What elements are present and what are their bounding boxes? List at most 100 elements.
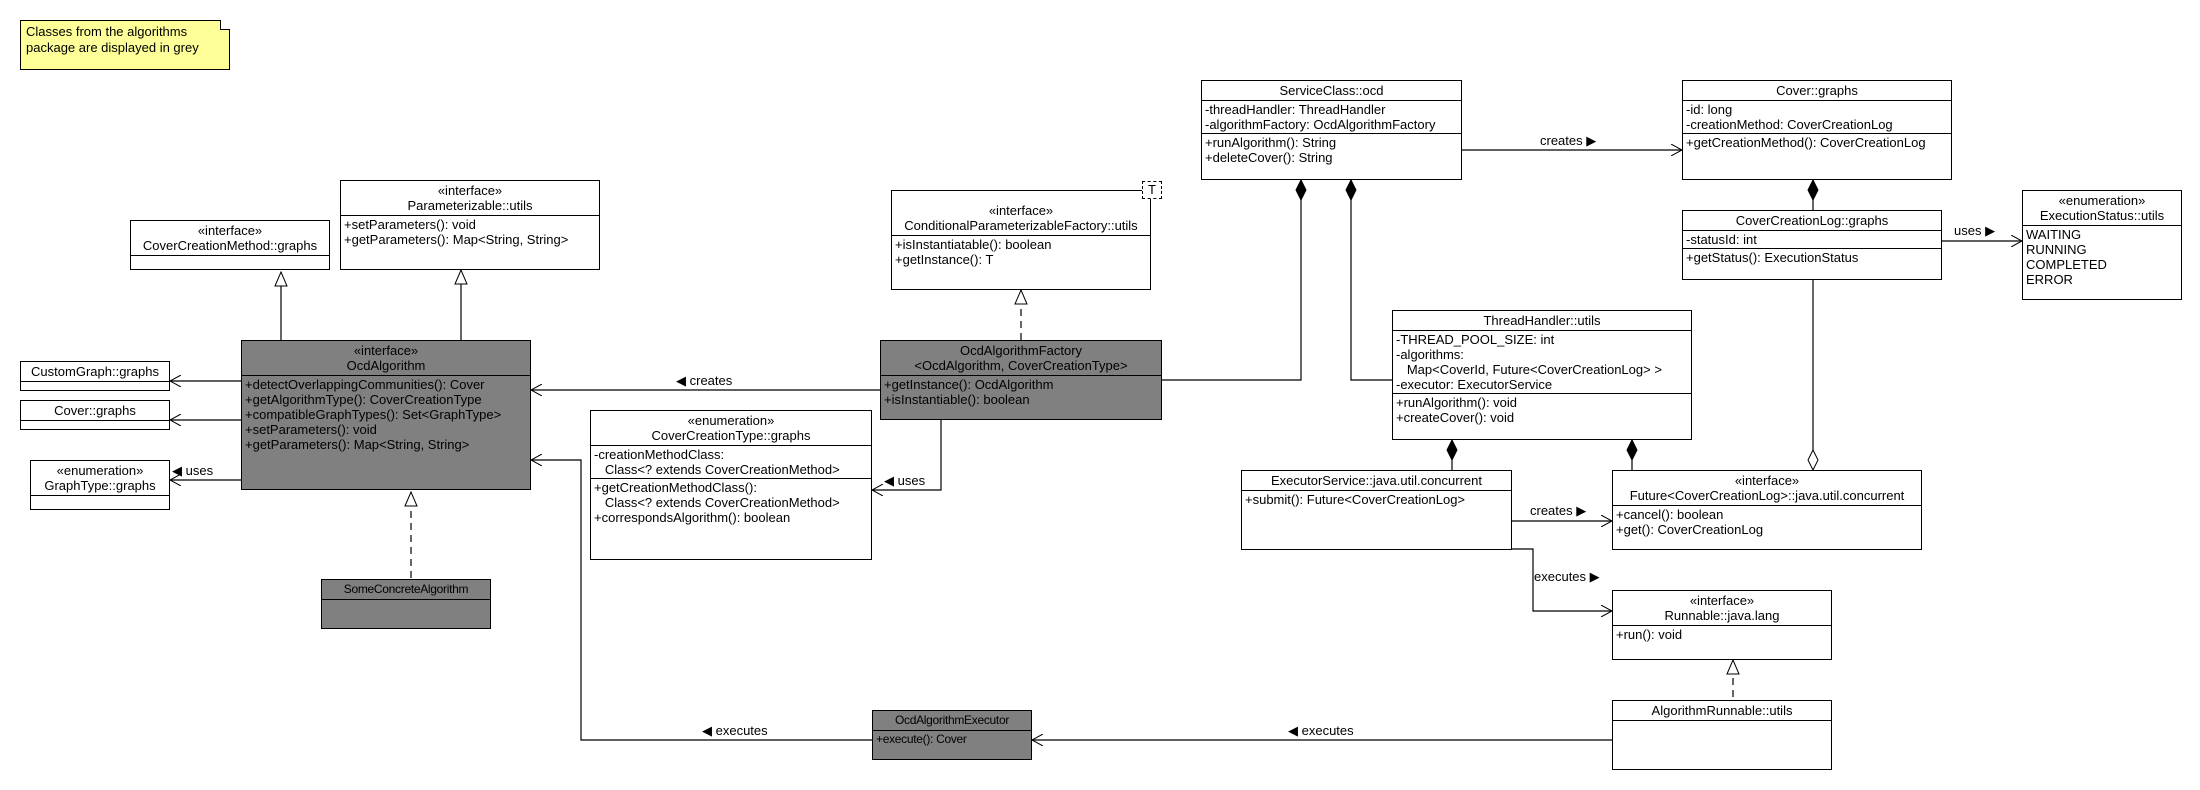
operation: +getInstance(): T [895,252,994,267]
class-name: OcdAlgorithmFactory [959,343,1083,358]
class-name: Cover::graphs [54,403,136,418]
class-threadhandler[interactable]: ThreadHandler::utils -THREAD_POOL_SIZE: … [1392,310,1692,440]
operations: +run(): void [1613,626,1831,643]
literals: WAITING RUNNING COMPLETED ERROR [2023,226,2181,288]
class-ocdalgorithmfactory[interactable]: OcdAlgorithmFactory <OcdAlgorithm, Cover… [880,340,1162,420]
class-someconcretealgorithm[interactable]: SomeConcreteAlgorithm [321,579,491,629]
operation: +getParameters(): Map<String, String> [344,232,569,247]
class-executorservice[interactable]: ExecutorService::java.util.concurrent +s… [1241,470,1512,550]
class-ocdalgorithmexecutor[interactable]: OcdAlgorithmExecutor +execute(): Cover [872,710,1032,760]
label-executes-runnable: executes ▶ [1534,569,1600,584]
attributes: -id: long -creationMethod: CoverCreationL… [1683,101,1951,134]
class-name: ThreadHandler::utils [1483,313,1601,328]
class-covercreationtype[interactable]: «enumeration» CoverCreationType::graphs … [590,410,872,560]
class-header: SomeConcreteAlgorithm [322,580,490,600]
literal: COMPLETED [2026,257,2107,272]
stereotype: «enumeration» [56,463,144,478]
attribute: -creationMethod: CoverCreationLog [1686,117,1893,132]
operation: +cancel(): boolean [1616,507,1724,522]
class-name: CoverCreationLog::graphs [1735,213,1889,228]
legend-note: Classes from the algorithms package are … [20,20,230,70]
attribute: -algorithmFactory: OcdAlgorithmFactory [1205,117,1436,132]
class-graphtype[interactable]: «enumeration» GraphType::graphs [30,460,170,510]
class-header: Cover::graphs [1683,81,1951,101]
class-header: CustomGraph::graphs [21,362,169,382]
operation: Class<? extends CoverCreationMethod> [594,495,840,510]
class-covercreationmethod[interactable]: «interface» CoverCreationMethod::graphs [130,220,330,270]
note-line: package are displayed in grey [26,40,199,55]
class-header: ExecutorService::java.util.concurrent [1242,471,1511,491]
class-header: OcdAlgorithmFactory <OcdAlgorithm, Cover… [881,341,1161,376]
stereotype: «interface» [1689,593,1755,608]
class-name: ExecutionStatus::utils [2039,208,2165,223]
class-name: GraphType::graphs [44,478,156,493]
class-header: «interface» Runnable::java.lang [1613,591,1831,626]
stereotype: «interface» [988,203,1054,218]
class-customgraph[interactable]: CustomGraph::graphs [20,361,170,391]
class-header: «interface» ConditionalParameterizableFa… [892,191,1150,236]
class-parameterizable[interactable]: «interface» Parameterizable::utils +setP… [340,180,600,270]
class-name: OcdAlgorithm [346,358,426,373]
operation: +getStatus(): ExecutionStatus [1686,250,1859,265]
stereotype: «interface» [437,183,503,198]
attribute: -threadHandler: ThreadHandler [1205,102,1386,117]
class-header: «interface» Future<CoverCreationLog>::ja… [1613,471,1921,506]
label-service-creates: creates ▶ [1540,133,1597,148]
attributes: -threadHandler: ThreadHandler -algorithmF… [1202,101,1461,134]
operations: +setParameters(): void +getParameters(): … [341,216,599,248]
stereotype: «interface» [197,223,263,238]
class-future[interactable]: «interface» Future<CoverCreationLog>::ja… [1612,470,1922,550]
attribute: -executor: ExecutorService [1396,377,1553,392]
class-algorithmrunnable[interactable]: AlgorithmRunnable::utils [1612,700,1832,770]
class-name: AlgorithmRunnable::utils [1651,703,1793,718]
operation: +isInstantiable(): boolean [884,392,1030,407]
operation: +getCreationMethod(): CoverCreationLog [1686,135,1926,150]
class-cover-left[interactable]: Cover::graphs [20,400,170,430]
attribute: Class<? extends CoverCreationMethod> [594,462,840,477]
operation: +run(): void [1616,627,1683,642]
class-name: Parameterizable::utils [407,198,533,213]
literal: ERROR [2026,272,2073,287]
operations: +cancel(): boolean +get(): CoverCreationL… [1613,506,1921,538]
literal: RUNNING [2026,242,2087,257]
class-header: CoverCreationLog::graphs [1683,211,1941,231]
operation: +submit(): Future<CoverCreationLog> [1245,492,1466,507]
class-serviceclass[interactable]: ServiceClass::ocd -threadHandler: Thread… [1201,80,1462,180]
edge-threadhandler-serviceclass [1351,180,1392,381]
operations: +runAlgorithm(): void +createCover(): voi… [1393,394,1691,426]
class-conditionalparameterizablefactory[interactable]: «interface» ConditionalParameterizableFa… [891,190,1151,290]
class-name: Future<CoverCreationLog>::java.util.conc… [1629,488,1905,503]
operation: +detectOverlappingCommunities(): Cover [245,377,485,392]
class-header: Cover::graphs [21,401,169,421]
class-executionstatus[interactable]: «enumeration» ExecutionStatus::utils WAI… [2022,190,2182,300]
class-cover-right[interactable]: Cover::graphs -id: long -creationMethod: … [1682,80,1952,180]
class-name: OcdAlgorithmExecutor [894,713,1010,727]
note-line: Classes from the algorithms [26,24,188,39]
operation: +isInstantiatable(): boolean [895,237,1052,252]
operation: +compatibleGraphTypes(): Set<GraphType> [245,407,502,422]
operation: +runAlgorithm(): void [1396,395,1518,410]
class-name: ExecutorService::java.util.concurrent [1271,473,1482,488]
class-header: ServiceClass::ocd [1202,81,1461,101]
class-runnable[interactable]: «interface» Runnable::java.lang +run(): … [1612,590,1832,660]
operation: +execute(): Cover [876,732,967,746]
template-parameter: T [1142,181,1162,199]
class-name: Cover::graphs [1776,83,1858,98]
label-creates-future: creates ▶ [1530,503,1587,518]
operation: +getInstance(): OcdAlgorithm [884,377,1054,392]
attributes: -THREAD_POOL_SIZE: int -algorithms: Map<C… [1393,331,1691,394]
attribute: -algorithms: [1396,347,1464,362]
class-header: «enumeration» ExecutionStatus::utils [2023,191,2181,226]
class-header: ThreadHandler::utils [1393,311,1691,331]
class-name: ConditionalParameterizableFactory::utils [904,218,1138,233]
class-name: ServiceClass::ocd [1279,83,1384,98]
label-executor-executes: ◀ executes [702,723,768,738]
class-header: AlgorithmRunnable::utils [1613,701,1831,721]
operations: +submit(): Future<CoverCreationLog> [1242,491,1511,508]
attribute: -statusId: int [1686,232,1757,247]
class-ocdalgorithm[interactable]: «interface» OcdAlgorithm +detectOverlapp… [241,340,531,490]
class-header: OcdAlgorithmExecutor [873,711,1031,731]
operations: +getInstance(): OcdAlgorithm +isInstantia… [881,376,1161,408]
label-creates-algorithm: ◀ creates [676,373,733,388]
class-covercreationlog[interactable]: CoverCreationLog::graphs -statusId: int … [1682,210,1942,280]
